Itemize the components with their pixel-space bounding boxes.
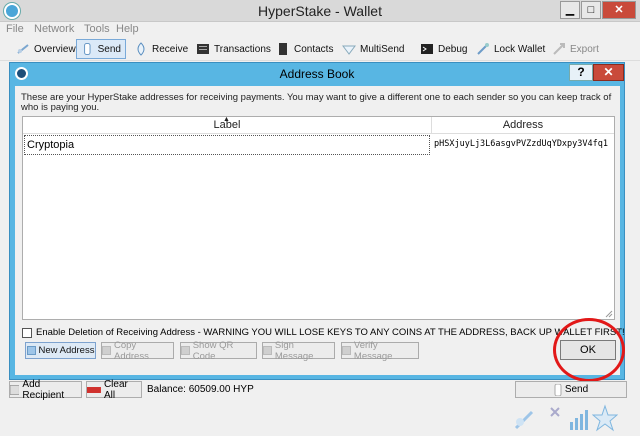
- multisend-icon: [342, 45, 356, 55]
- table-row[interactable]: Cryptopia pHSXjuyLj3L6asgvPVZzdUqYDxpy3V…: [23, 135, 614, 155]
- close-button[interactable]: ✕: [602, 1, 636, 19]
- send-bottom-bar: Add Recipient Clear All Balance: 60509.0…: [0, 379, 640, 401]
- dialog-title: Address Book: [279, 67, 355, 81]
- menu-help[interactable]: Help: [116, 23, 139, 35]
- staking-status-icon: [514, 410, 534, 430]
- address-table[interactable]: ▲ Label Address Cryptopia pHSXjuyLj3L6as…: [22, 116, 615, 320]
- connections-icon: [570, 410, 588, 430]
- sign-message-button[interactable]: Sign Message: [262, 340, 335, 362]
- new-address-button[interactable]: New Address: [25, 342, 96, 359]
- menu-tools[interactable]: Tools: [84, 23, 110, 35]
- tab-receive[interactable]: Receive: [130, 39, 192, 59]
- tab-export[interactable]: Export: [548, 39, 603, 59]
- copy-address-button[interactable]: Copy Address: [101, 340, 174, 362]
- row-address-cell[interactable]: pHSXjuyLj3L6asgvPVZzdUqYDxpy3V4fq1: [434, 135, 614, 155]
- show-qr-code-button[interactable]: Show QR Code: [180, 340, 257, 362]
- lock-icon: [477, 43, 489, 55]
- window-title: HyperStake - Wallet: [258, 3, 382, 19]
- send-icon: [554, 383, 562, 396]
- send-button[interactable]: Send: [515, 381, 627, 398]
- qr-code-icon: [181, 346, 190, 355]
- transactions-icon: [197, 44, 209, 54]
- maximize-button[interactable]: □: [581, 1, 601, 19]
- balance-label: Balance: 60509.00 HYP: [147, 384, 254, 395]
- clear-all-button[interactable]: Clear All: [86, 379, 142, 401]
- send-icon: [84, 43, 91, 55]
- overview-icon: [17, 44, 29, 54]
- sign-icon: [263, 346, 272, 355]
- debug-icon: [421, 44, 433, 54]
- dialog-description: These are your HyperStake addresses for …: [21, 92, 612, 113]
- red-annotation-circle: [553, 318, 625, 382]
- add-recipient-button[interactable]: Add Recipient: [9, 379, 82, 401]
- enable-deletion-label: Enable Deletion of Receiving Address - W…: [36, 327, 625, 338]
- enable-deletion-checkbox[interactable]: [22, 327, 32, 338]
- tab-lock-wallet[interactable]: Lock Wallet: [472, 39, 549, 59]
- receive-icon: [137, 42, 145, 56]
- tab-contacts[interactable]: Contacts: [272, 39, 337, 59]
- sort-up-icon: ▲: [223, 116, 230, 123]
- tab-debug[interactable]: Debug: [416, 39, 471, 59]
- menu-network[interactable]: Network: [34, 23, 74, 35]
- column-header-address[interactable]: Address: [432, 117, 614, 134]
- tab-send[interactable]: Send: [76, 39, 126, 59]
- new-address-icon: [26, 346, 36, 355]
- resize-grip-icon: [605, 310, 613, 318]
- column-header-label[interactable]: ▲ Label: [23, 116, 432, 134]
- clear-icon: [87, 386, 101, 393]
- window-titlebar: HyperStake - Wallet ▁ □ ✕: [0, 0, 640, 22]
- enable-deletion-row[interactable]: Enable Deletion of Receiving Address - W…: [22, 327, 625, 338]
- menu-bar: File Network Tools Help: [0, 22, 640, 37]
- tab-multisend[interactable]: MultiSend: [338, 39, 408, 59]
- address-book-dialog: Address Book ? ✕ These are your HyperSta…: [9, 62, 625, 380]
- copy-icon: [102, 346, 111, 355]
- main-toolbar: Overview Send Receive Transactions Conta…: [0, 37, 640, 61]
- verify-message-button[interactable]: Verify Message: [341, 340, 419, 362]
- verify-icon: [342, 346, 351, 355]
- dialog-body: These are your HyperStake addresses for …: [15, 86, 625, 375]
- export-icon: [553, 43, 565, 55]
- row-label-cell[interactable]: Cryptopia: [24, 135, 430, 155]
- dialog-close-button[interactable]: ✕: [593, 64, 624, 81]
- minimize-button[interactable]: ▁: [560, 1, 580, 19]
- add-icon: [10, 384, 20, 395]
- contacts-icon: [279, 43, 287, 55]
- tab-overview[interactable]: Overview: [12, 39, 80, 59]
- sync-status-icon: [550, 407, 560, 417]
- tab-transactions[interactable]: Transactions: [192, 39, 275, 59]
- dialog-titlebar: Address Book ? ✕: [10, 63, 624, 85]
- star-icon: [592, 404, 618, 432]
- menu-file[interactable]: File: [6, 23, 24, 35]
- help-button[interactable]: ?: [569, 64, 593, 81]
